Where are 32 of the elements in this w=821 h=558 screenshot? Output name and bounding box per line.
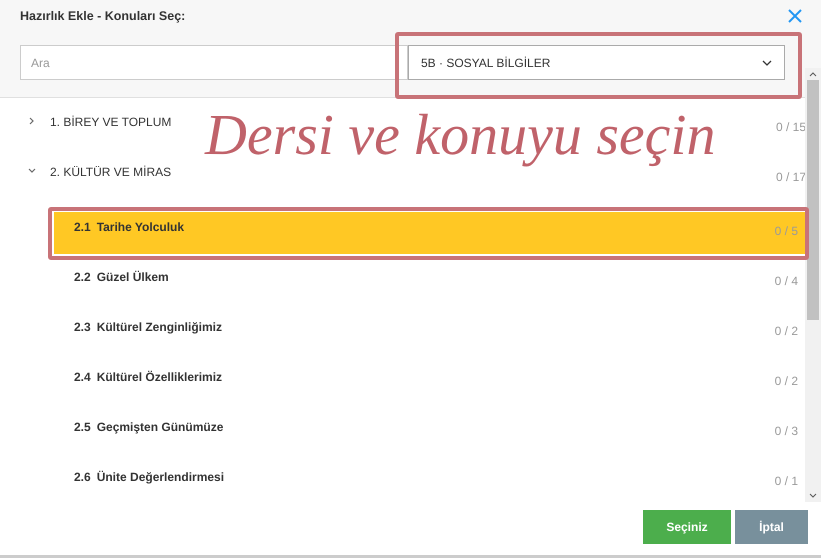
subtopic-title: Kültürel Zenginliğimiz <box>96 319 224 336</box>
subtopic-number: 2.2 <box>74 269 91 286</box>
subtopic-number: 2.5 <box>74 419 91 436</box>
dialog-title: Hazırlık Ekle - Konuları Seç: <box>20 8 186 25</box>
subtopic-count: 0 / 5 <box>774 223 798 240</box>
subtopic-row[interactable]: 2.2 Güzel Ülkem 0 / 4 <box>54 258 806 308</box>
subtopic-count: 0 / 3 <box>774 423 798 440</box>
subtopic-row[interactable]: 2.5 Geçmişten Günümüze 0 / 3 <box>54 408 806 458</box>
subtopic-number: 2.4 <box>74 369 91 386</box>
topic-count: 0 / 17 <box>776 169 806 186</box>
topic-count: 0 / 15 <box>776 119 806 136</box>
subtopic-count: 0 / 2 <box>774 373 798 390</box>
subtopic-number: 2.1 <box>74 219 91 236</box>
subtopic-count: 0 / 2 <box>774 323 798 340</box>
subtopic-title: Kültürel Özelliklerimiz <box>96 369 224 386</box>
subtopic-title: Geçmişten Günümüze <box>96 419 224 436</box>
subtopic-number: 2.3 <box>74 319 91 336</box>
subtopic-row[interactable]: 2.3 Kültürel Zenginliğimiz 0 / 2 <box>54 308 806 358</box>
subtopic-row[interactable]: 2.6 Ünite Değerlendirmesi 0 / 1 <box>54 458 806 508</box>
subtopic-row[interactable]: 2.1 Tarihe Yolculuk 0 / 5 <box>54 212 806 254</box>
subtopic-title: Tarihe Yolculuk <box>96 219 186 236</box>
subtopic-row[interactable]: 2.4 Kültürel Özelliklerimiz 0 / 2 <box>54 358 806 408</box>
topic-title[interactable]: 2. KÜLTÜR VE MİRAS <box>50 163 172 181</box>
subtopic-number: 2.6 <box>74 469 91 486</box>
search-field[interactable]: Ara <box>20 45 408 80</box>
subtopic-count: 0 / 1 <box>774 473 798 490</box>
topic-title[interactable]: 1. BİREY VE TOPLUM <box>50 113 172 131</box>
subtopic-title: Güzel Ülkem <box>96 269 170 286</box>
subtopic-title: Ünite Değerlendirmesi <box>96 469 226 486</box>
subtopic-count: 0 / 4 <box>774 273 798 290</box>
course-select[interactable]: 5B · SOSYAL BİLGİLER <box>408 45 785 80</box>
handwritten-annotation: Dersi ve konuyu seçin <box>205 106 716 164</box>
